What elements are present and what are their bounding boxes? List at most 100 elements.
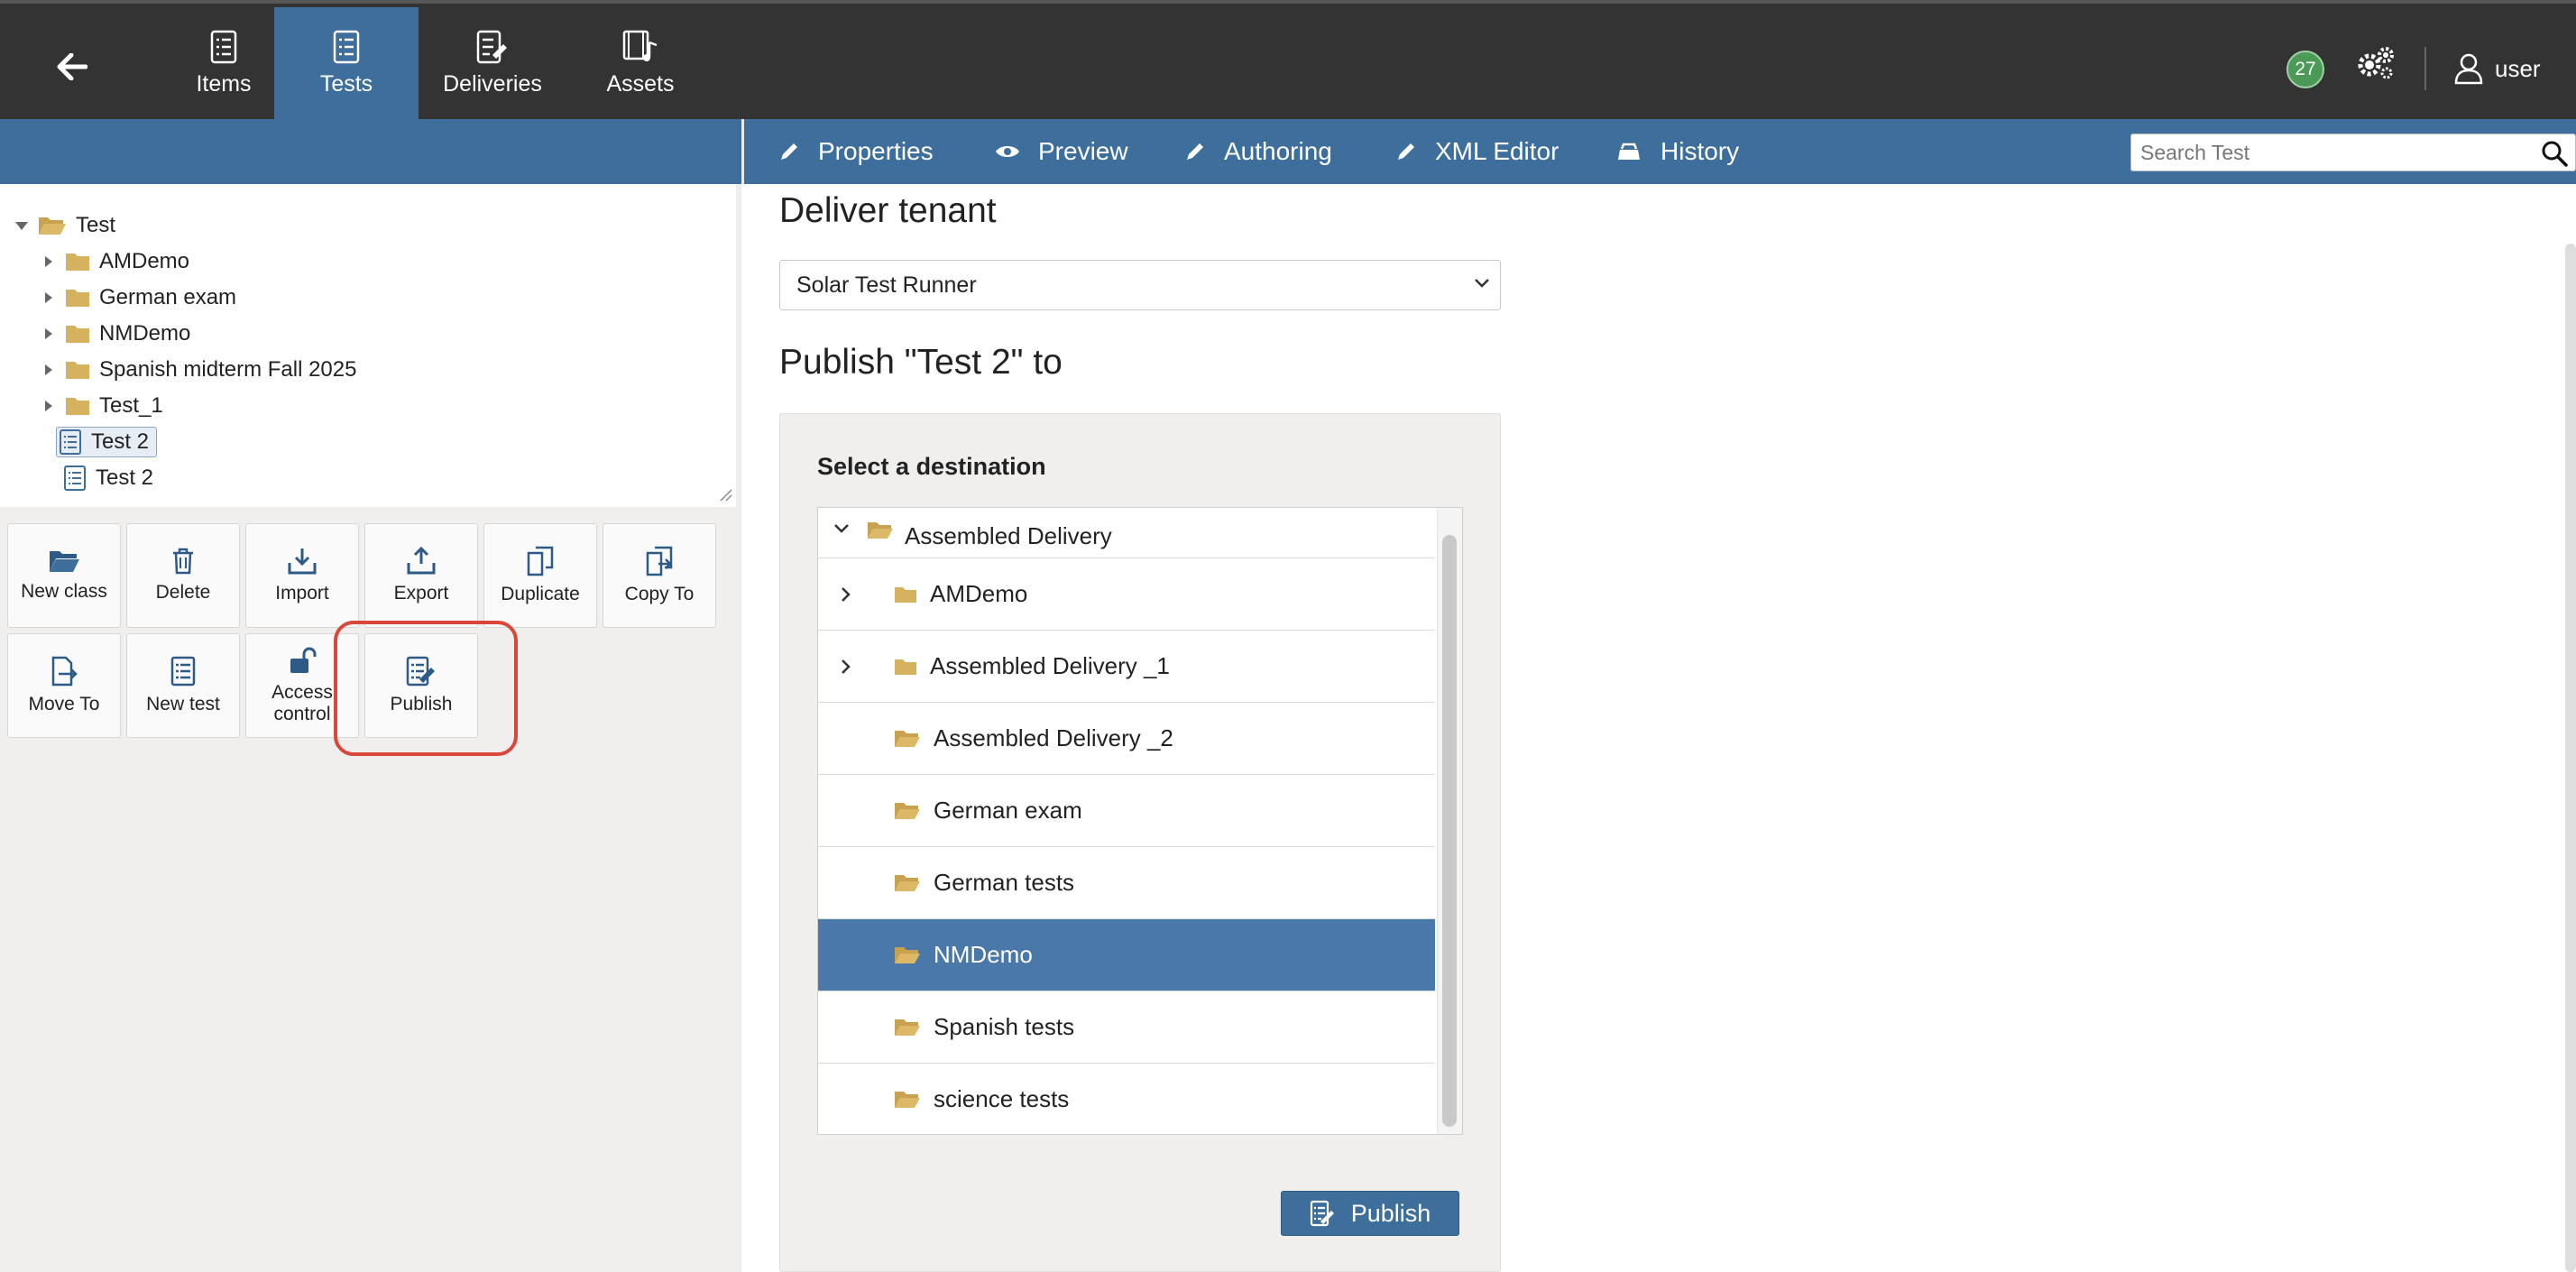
topbar-divider [2424, 47, 2426, 90]
user-menu[interactable]: user [2453, 47, 2541, 90]
folder-icon [65, 288, 90, 308]
tree-item-folder[interactable]: NMDemo [40, 318, 190, 350]
destination-row[interactable]: Assembled Delivery _2 [818, 703, 1435, 775]
notification-count-badge[interactable]: 27 [2286, 51, 2324, 88]
chevron-right-icon[interactable] [836, 585, 854, 604]
move-to-icon [51, 656, 78, 687]
tree-label: Test_1 [99, 393, 163, 418]
new-test-icon [170, 656, 196, 687]
tree-label: NMDemo [99, 321, 191, 346]
tree-label: Test 2 [91, 429, 150, 454]
trash-icon [173, 548, 193, 575]
destination-row[interactable]: German tests [818, 847, 1435, 919]
button-label: Duplicate [501, 584, 580, 604]
destination-scrollbar-thumb[interactable] [1442, 535, 1457, 1127]
button-label: Copy To [624, 584, 695, 604]
destination-row[interactable]: Assembled Delivery _1 [818, 631, 1435, 703]
nav-tab-items[interactable]: Items [159, 7, 289, 119]
new-class-button[interactable]: New class [7, 523, 121, 628]
user-icon [2454, 53, 2483, 85]
destination-row[interactable]: science tests [818, 1064, 1435, 1134]
chevron-down-icon[interactable] [833, 522, 851, 535]
caret-down-icon[interactable] [13, 220, 31, 231]
caret-right-icon[interactable] [40, 327, 58, 340]
duplicate-button[interactable]: Duplicate [483, 523, 597, 628]
destination-row[interactable]: German exam [818, 775, 1435, 847]
destination-tree-list[interactable]: Assembled Delivery AMDemo Assembled Deli… [817, 507, 1463, 1135]
nav-tab-label: Deliveries [443, 70, 542, 97]
folder-icon [65, 360, 90, 380]
destination-label: Spanish tests [934, 1013, 1075, 1040]
publish-icon [1310, 1200, 1334, 1227]
new-test-button[interactable]: New test [126, 633, 240, 738]
caret-right-icon[interactable] [40, 255, 58, 268]
arrow-left-icon [57, 53, 87, 80]
folder-icon [65, 324, 90, 344]
pencil-icon [1187, 143, 1203, 160]
search-input[interactable] [2131, 134, 2528, 171]
nav-tab-deliveries[interactable]: Deliveries [433, 7, 552, 119]
resize-grip-icon[interactable] [718, 487, 732, 502]
button-label: Import [275, 583, 329, 604]
tree-label: Test 2 [96, 465, 154, 490]
folder-icon [65, 252, 90, 272]
tree-label: Test [76, 213, 116, 237]
destination-row[interactable]: AMDemo [818, 558, 1435, 631]
tree-label: German exam [99, 285, 237, 309]
tree-root-test[interactable]: Test [13, 209, 115, 242]
tree-label: AMDemo [99, 249, 190, 273]
settings-button[interactable] [2356, 45, 2396, 86]
publish-heading: Publish "Test 2" to [779, 343, 1063, 382]
tree-item-test-selected[interactable]: Test 2 [56, 426, 158, 458]
chevron-down-icon [1475, 279, 1489, 288]
tab-label: Properties [818, 137, 934, 165]
export-button[interactable]: Export [364, 523, 478, 628]
nav-tab-label: Items [196, 70, 252, 97]
tab-label: Preview [1038, 137, 1128, 165]
unlock-icon [290, 647, 317, 673]
folder-icon [65, 396, 90, 416]
destination-row-selected[interactable]: NMDemo [818, 919, 1435, 991]
chevron-right-icon[interactable] [836, 658, 854, 676]
tab-authoring[interactable]: Authoring [1184, 119, 1332, 184]
folder-open-icon [867, 521, 894, 540]
page-scrollbar[interactable] [2565, 244, 2576, 1272]
copy-to-button[interactable]: Copy To [603, 523, 716, 628]
move-to-button[interactable]: Move To [7, 633, 121, 738]
caret-right-icon[interactable] [40, 364, 58, 376]
publish-button[interactable]: Publish [1281, 1191, 1459, 1236]
tab-history[interactable]: History [1615, 119, 1739, 184]
deliver-tenant-title: Deliver tenant [779, 191, 997, 230]
tree-item-folder[interactable]: Spanish midterm Fall 2025 [40, 354, 356, 386]
destination-label: Select a destination [817, 453, 1046, 480]
destination-row[interactable]: Spanish tests [818, 991, 1435, 1064]
duplicate-icon [527, 546, 554, 576]
folder-icon [894, 585, 917, 604]
tree-item-test[interactable]: Test 2 [63, 462, 153, 494]
search-icon[interactable] [2541, 140, 2568, 167]
destination-row-root[interactable]: Assembled Delivery [818, 508, 1435, 558]
tab-preview[interactable]: Preview [995, 119, 1128, 184]
tree-item-folder[interactable]: Test_1 [40, 390, 163, 422]
pencil-icon [1398, 143, 1414, 160]
tree-item-folder[interactable]: AMDemo [40, 245, 189, 278]
export-icon [407, 547, 436, 575]
back-button[interactable] [40, 31, 105, 103]
nav-tab-label: Tests [319, 70, 373, 97]
test-document-icon [59, 429, 82, 456]
nav-tab-assets[interactable]: Assets [577, 7, 704, 119]
import-icon [288, 548, 317, 575]
caret-right-icon[interactable] [40, 400, 58, 412]
test-document-icon [63, 465, 87, 492]
tenant-select[interactable]: Solar Test Runner [779, 260, 1501, 310]
folder-open-icon [38, 215, 67, 236]
caret-right-icon[interactable] [40, 291, 58, 304]
tree-item-folder[interactable]: German exam [40, 281, 236, 314]
copy-to-icon [646, 546, 673, 576]
tab-label: History [1661, 137, 1740, 165]
tab-properties[interactable]: Properties [778, 119, 934, 184]
nav-tab-tests[interactable]: Tests [274, 7, 419, 119]
delete-button[interactable]: Delete [126, 523, 240, 628]
import-button[interactable]: Import [245, 523, 359, 628]
tab-xml-editor[interactable]: XML Editor [1395, 119, 1559, 184]
